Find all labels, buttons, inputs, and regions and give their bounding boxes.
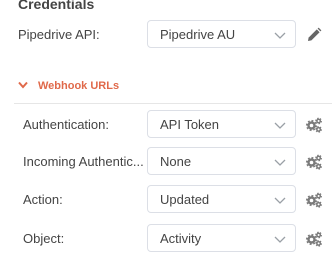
gears-icon[interactable]: [305, 230, 323, 248]
field-row-incoming-authentication: Incoming Authentic... None: [0, 147, 332, 177]
chevron-down-icon: [274, 236, 286, 243]
field-row-authentication: Authentication: API Token: [0, 110, 332, 140]
divider: [14, 103, 332, 104]
pencil-icon[interactable]: [305, 26, 323, 44]
credentials-select-value: Pipedrive AU: [160, 27, 236, 42]
field-row-action: Action: Updated: [0, 185, 332, 215]
action-select[interactable]: Updated: [147, 185, 296, 213]
incoming-authentication-select[interactable]: None: [147, 147, 296, 175]
section-label: Webhook URLs: [38, 80, 120, 92]
field-label: Incoming Authentic...: [23, 154, 144, 169]
credentials-row: Pipedrive API: Pipedrive AU: [0, 20, 332, 50]
gears-icon[interactable]: [305, 116, 323, 134]
authentication-select[interactable]: API Token: [147, 110, 296, 138]
gears-icon[interactable]: [305, 153, 323, 171]
field-label: Authentication:: [23, 117, 110, 132]
select-value: Activity: [160, 231, 202, 246]
field-row-object: Object: Activity: [0, 224, 332, 254]
page-title: Credentials: [18, 0, 95, 12]
select-value: API Token: [160, 117, 220, 132]
credentials-select[interactable]: Pipedrive AU: [147, 20, 296, 48]
credentials-label: Pipedrive API:: [18, 27, 100, 42]
chevron-down-icon: [274, 197, 286, 204]
chevron-down-icon: [18, 81, 28, 89]
gears-icon[interactable]: [305, 191, 323, 209]
select-value: Updated: [160, 192, 210, 207]
field-label: Action:: [23, 192, 63, 207]
select-value: None: [160, 154, 192, 169]
chevron-down-icon: [274, 159, 286, 166]
object-select[interactable]: Activity: [147, 224, 296, 252]
chevron-down-icon: [274, 122, 286, 129]
chevron-down-icon: [274, 32, 286, 39]
field-label: Object:: [23, 231, 65, 246]
